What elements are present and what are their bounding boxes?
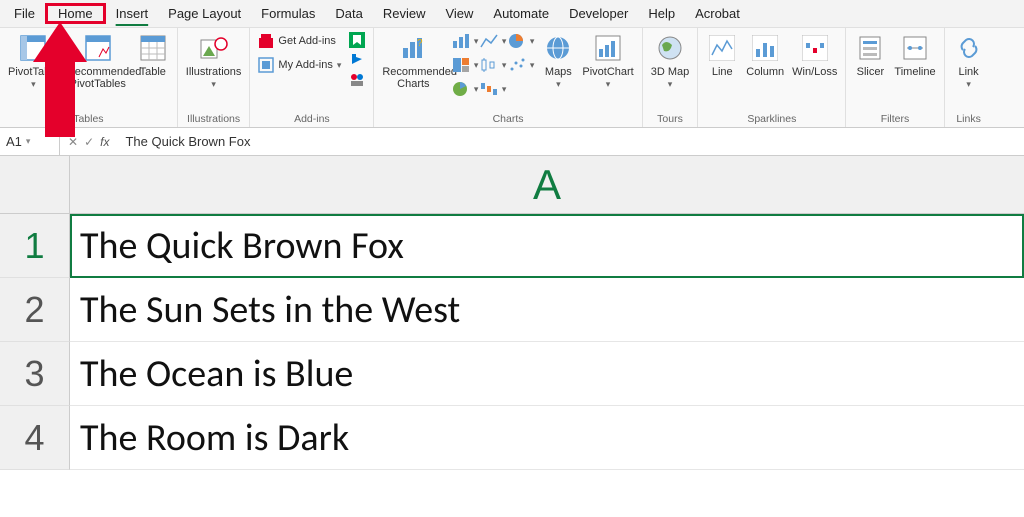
- group-label-sparklines: Sparklines: [747, 111, 796, 125]
- enter-icon[interactable]: ✓: [84, 135, 94, 149]
- group-links: Link ▾ Links: [945, 28, 993, 127]
- name-box[interactable]: A1: [0, 128, 60, 155]
- group-label-tours: Tours: [657, 111, 683, 125]
- table-icon: [137, 32, 169, 64]
- select-all-corner[interactable]: [0, 156, 70, 214]
- get-addins-button[interactable]: Get Add-ins: [258, 32, 341, 50]
- group-sparklines: Line Column Win/Loss Sparklines: [698, 28, 846, 127]
- illustrations-button[interactable]: Illustrations ▾: [186, 32, 242, 89]
- treemap-chart-icon[interactable]: [452, 56, 478, 74]
- illustrations-icon: [198, 32, 230, 64]
- slicer-button[interactable]: Slicer: [854, 32, 886, 78]
- tab-file[interactable]: File: [10, 3, 45, 24]
- sparkline-line-icon: [706, 32, 738, 64]
- tab-developer[interactable]: Developer: [559, 3, 638, 24]
- row-header-1[interactable]: 1: [0, 214, 70, 278]
- tab-data[interactable]: Data: [325, 3, 372, 24]
- table-button[interactable]: Table: [137, 32, 169, 78]
- column-header-a[interactable]: A: [70, 156, 1024, 214]
- cell-a4[interactable]: The Room is Dark: [70, 406, 1024, 470]
- link-button[interactable]: Link ▾: [953, 32, 985, 89]
- timeline-button[interactable]: Timeline: [894, 32, 935, 78]
- bing-maps-icon[interactable]: [349, 32, 365, 48]
- scatter-chart-icon[interactable]: [508, 56, 534, 74]
- maps-button[interactable]: Maps ▾: [542, 32, 574, 89]
- tab-page-layout[interactable]: Page Layout: [158, 3, 251, 24]
- stat-chart-icon[interactable]: [480, 56, 506, 74]
- group-illustrations: Illustrations ▾ Illustrations: [178, 28, 251, 127]
- group-label-filters: Filters: [881, 111, 910, 125]
- line-chart-icon[interactable]: [480, 32, 506, 50]
- link-icon: [953, 32, 985, 64]
- cell-a1[interactable]: The Quick Brown Fox: [70, 214, 1024, 278]
- recommended-charts-icon: ?: [397, 32, 429, 64]
- row-header-4[interactable]: 4: [0, 406, 70, 470]
- group-tours: 3D Map ▾ Tours: [643, 28, 699, 127]
- sparkline-column-icon: [749, 32, 781, 64]
- sparkline-column-button[interactable]: Column: [746, 32, 784, 78]
- sparkline-line-button[interactable]: Line: [706, 32, 738, 78]
- ribbon: PivotTable ▾ Recommended PivotTables Tab…: [0, 28, 1024, 128]
- group-label-charts: Charts: [493, 111, 524, 125]
- spreadsheet: A 1 The Quick Brown Fox 2 The Sun Sets i…: [0, 156, 1024, 470]
- sparkline-winloss-icon: [799, 32, 831, 64]
- fx-icon[interactable]: fx: [100, 135, 109, 149]
- sparkline-winloss-button[interactable]: Win/Loss: [792, 32, 837, 78]
- group-label-links: Links: [956, 111, 981, 125]
- pie-chart-icon[interactable]: [508, 32, 534, 50]
- group-filters: Slicer Timeline Filters: [846, 28, 944, 127]
- svg-text:?: ?: [417, 38, 423, 49]
- menu-bar: File Home Insert Page Layout Formulas Da…: [0, 0, 1024, 28]
- people-graph-icon[interactable]: [349, 72, 365, 88]
- slicer-icon: [854, 32, 886, 64]
- group-addins: Get Add-ins My Add-ins Add-ins: [250, 28, 374, 127]
- row-header-2[interactable]: 2: [0, 278, 70, 342]
- column-chart-icon[interactable]: [452, 32, 478, 50]
- cell-a2[interactable]: The Sun Sets in the West: [70, 278, 1024, 342]
- tab-view[interactable]: View: [435, 3, 483, 24]
- pivottable-icon: [17, 32, 49, 64]
- cancel-icon[interactable]: ✕: [68, 135, 78, 149]
- formula-bar: A1 ✕ ✓ fx The Quick Brown Fox: [0, 128, 1024, 156]
- row-header-3[interactable]: 3: [0, 342, 70, 406]
- tab-acrobat[interactable]: Acrobat: [685, 3, 750, 24]
- tab-home[interactable]: Home: [45, 3, 106, 24]
- cell-a3[interactable]: The Ocean is Blue: [70, 342, 1024, 406]
- recommended-pivottables-button[interactable]: Recommended PivotTables: [67, 32, 129, 90]
- 3d-map-button[interactable]: 3D Map ▾: [651, 32, 690, 89]
- pivotchart-button[interactable]: PivotChart ▾: [582, 32, 633, 89]
- group-label-tables: Tables: [73, 111, 103, 125]
- maps-icon: [542, 32, 574, 64]
- group-label-addins: Add-ins: [294, 111, 330, 125]
- globe-icon: [654, 32, 686, 64]
- pivotchart-icon: [592, 32, 624, 64]
- group-charts: ? Recommended Charts Maps ▾: [374, 28, 642, 127]
- group-tables: PivotTable ▾ Recommended PivotTables Tab…: [0, 28, 178, 127]
- recommended-pivottables-icon: [82, 32, 114, 64]
- bing-icon[interactable]: [349, 52, 365, 68]
- tab-help[interactable]: Help: [638, 3, 685, 24]
- pivottable-button[interactable]: PivotTable ▾: [8, 32, 59, 89]
- my-addins-button[interactable]: My Add-ins: [258, 56, 341, 74]
- group-label-illustrations: Illustrations: [187, 111, 240, 125]
- waterfall-chart-icon[interactable]: [480, 80, 506, 98]
- addins-icon: [258, 57, 274, 73]
- store-icon: [258, 33, 274, 49]
- tab-automate[interactable]: Automate: [483, 3, 559, 24]
- tab-review[interactable]: Review: [373, 3, 436, 24]
- formula-input[interactable]: The Quick Brown Fox: [117, 134, 1024, 149]
- recommended-charts-button[interactable]: ? Recommended Charts: [382, 32, 444, 90]
- tab-formulas[interactable]: Formulas: [251, 3, 325, 24]
- combo-chart-icon[interactable]: [452, 80, 478, 98]
- timeline-icon: [899, 32, 931, 64]
- tab-insert[interactable]: Insert: [106, 3, 159, 24]
